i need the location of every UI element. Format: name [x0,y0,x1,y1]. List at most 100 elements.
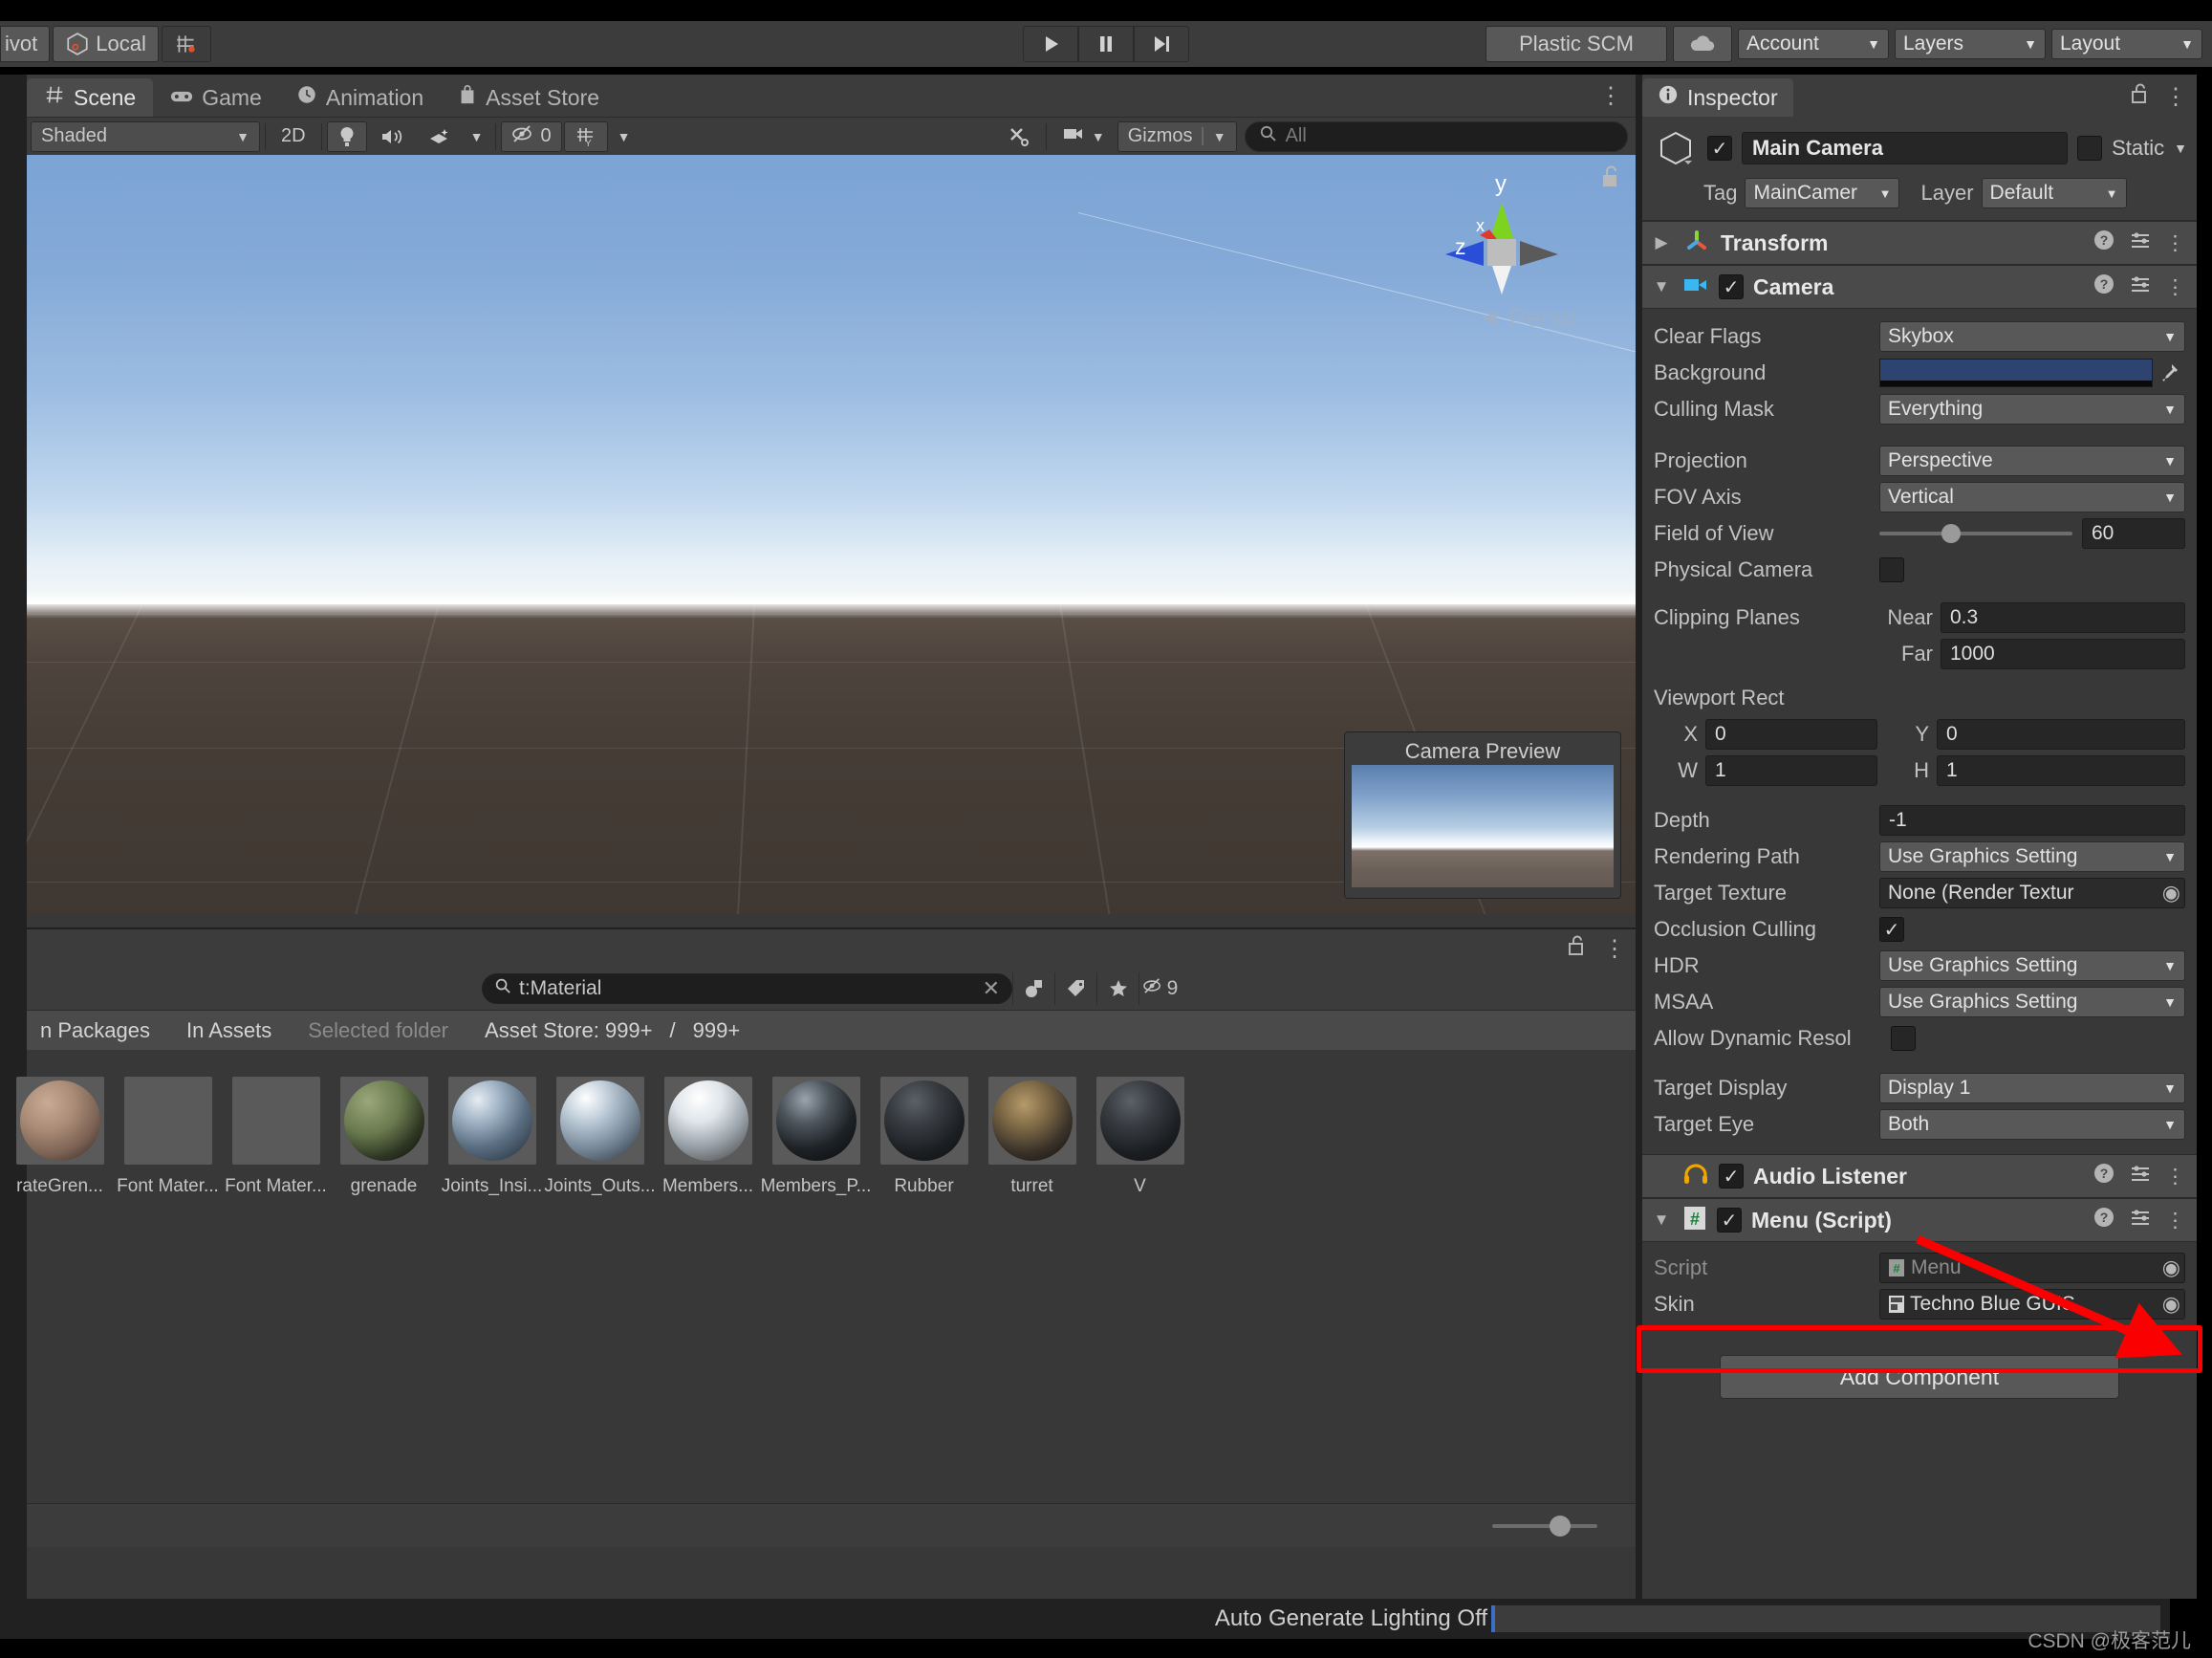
local-global-toggle-button[interactable]: Local [53,26,159,62]
camera-enabled-checkbox[interactable]: ✓ [1719,274,1744,299]
grid-snap-icon[interactable] [161,26,211,62]
projection-dropdown[interactable]: Perspective ▼ [1879,446,2185,476]
filter-favorites-button[interactable] [1096,972,1139,1005]
lightbulb-icon[interactable] [326,120,367,152]
clipping-near-input[interactable]: 0.3 [1941,602,2185,633]
object-picker-icon[interactable]: ◉ [2157,881,2180,905]
speaker-icon[interactable] [368,120,415,152]
breadcrumb-asset-store-group[interactable]: Asset Store: 999+ / 999+ [485,1018,740,1043]
asset-item[interactable]: Font Mater... [222,1069,330,1197]
layer-dropdown[interactable]: Default ▼ [1981,178,2127,208]
effects-dropdown[interactable]: ▼ [462,120,491,152]
gizmos-dropdown[interactable]: Gizmos | ▼ [1117,120,1237,152]
breadcrumb-selected-folder[interactable]: Selected folder [308,1018,448,1043]
preset-icon[interactable] [2129,1206,2152,1234]
filter-by-type-button[interactable] [1012,972,1054,1005]
lock-open-icon[interactable] [1599,164,1622,194]
layers-dropdown[interactable]: Layers ▼ [1895,29,2046,59]
occlusion-culling-checkbox[interactable]: ✓ [1879,917,1904,942]
layout-dropdown[interactable]: Layout ▼ [2051,29,2202,59]
skin-objectfield[interactable]: Techno Blue GUIS ◉ [1879,1289,2185,1320]
hdr-dropdown[interactable]: Use Graphics Setting ▼ [1879,950,2185,981]
preset-icon[interactable] [2129,229,2152,257]
scene-orientation-gizmo[interactable]: y z x [1420,171,1583,325]
draw-mode-dropdown[interactable]: Shaded ▼ [31,120,260,152]
plastic-scm-button[interactable]: Plastic SCM [1486,26,1667,62]
cloud-icon[interactable] [1673,26,1732,62]
help-icon[interactable]: ? [2093,273,2115,301]
asset-item[interactable]: Members_P... [761,1069,871,1197]
game-object-name-field[interactable]: Main Camera [1742,132,2069,164]
physical-camera-checkbox[interactable] [1879,557,1904,582]
breadcrumb-in-packages[interactable]: n Packages [40,1018,150,1043]
background-color-field[interactable] [1879,359,2153,387]
play-button[interactable] [1023,26,1078,62]
perspective-label[interactable]: ◄ Persp [1476,303,1576,333]
asset-item[interactable]: rateGren... [6,1069,114,1197]
field-of-view-input[interactable]: 60 [2082,518,2185,549]
cube-icon[interactable] [1654,126,1698,170]
asset-item[interactable]: grenade [330,1069,438,1197]
lock-open-icon[interactable] [1567,934,1588,964]
clear-flags-dropdown[interactable]: Skybox ▼ [1879,321,2185,352]
effects-icon[interactable] [416,120,461,152]
viewport-w-input[interactable]: 1 [1705,755,1877,786]
tab-inspector[interactable]: Inspector [1642,78,1793,117]
component-header-transform[interactable]: ▶ Transform ? ⋮ [1642,221,2197,265]
scene-search-input[interactable]: All [1244,120,1629,152]
hidden-objects-button[interactable]: 0 [501,120,562,152]
zoom-slider-knob[interactable] [1550,1515,1571,1537]
account-dropdown[interactable]: Account ▼ [1738,29,1889,59]
asset-item[interactable]: turret [978,1069,1086,1197]
hidden-assets-count[interactable]: 9 [1139,972,1181,1005]
preset-icon[interactable] [2129,273,2152,301]
toggle-2d-button[interactable]: 2D [271,120,316,152]
viewport-y-input[interactable]: 0 [1937,719,2185,750]
viewport-x-input[interactable]: 0 [1705,719,1877,750]
lock-open-icon[interactable] [2130,82,2151,112]
kebab-menu-icon[interactable]: ⋮ [1599,82,1622,110]
field-of-view-slider-knob[interactable] [1941,524,1961,543]
asset-item[interactable]: Rubber [870,1069,978,1197]
target-display-dropdown[interactable]: Display 1 ▼ [1879,1073,2185,1103]
filter-by-label-button[interactable] [1054,972,1096,1005]
scene-viewport[interactable]: y z x ◄ Persp Camera Preview [27,155,1636,914]
help-icon[interactable]: ? [2093,1206,2115,1234]
field-of-view-slider[interactable] [1879,524,2072,543]
grid-y-icon[interactable]: Y [563,120,608,152]
asset-item[interactable]: Joints_Insi... [438,1069,546,1197]
depth-input[interactable]: -1 [1879,805,2185,836]
msaa-dropdown[interactable]: Use Graphics Setting ▼ [1879,987,2185,1017]
culling-mask-dropdown[interactable]: Everything ▼ [1879,394,2185,425]
chevron-down-icon[interactable]: ▼ [2174,141,2187,156]
viewport-h-input[interactable]: 1 [1937,755,2185,786]
pivot-toggle-button[interactable]: ivot [0,26,51,62]
help-icon[interactable]: ? [2093,229,2115,257]
pause-button[interactable] [1078,26,1134,62]
target-texture-objectfield[interactable]: None (Render Textur ◉ [1879,878,2185,908]
kebab-menu-icon[interactable]: ⋮ [2164,83,2187,111]
foldout-arrow-collapsed-icon[interactable]: ▶ [1650,233,1673,252]
menu-script-enabled-checkbox[interactable]: ✓ [1717,1208,1742,1233]
foldout-arrow-expanded-icon[interactable]: ▼ [1650,277,1673,296]
foldout-arrow-expanded-icon[interactable]: ▼ [1650,1211,1673,1230]
add-component-button[interactable]: Add Component [1720,1355,2119,1399]
tab-scene[interactable]: Scene [27,78,154,117]
tab-asset-store[interactable]: Asset Store [441,78,617,117]
help-icon[interactable]: ? [2093,1162,2115,1190]
kebab-menu-icon[interactable]: ⋮ [2165,1165,2185,1189]
zoom-slider-track[interactable] [1492,1515,1597,1537]
tab-animation[interactable]: Animation [279,78,441,117]
asset-item[interactable]: Joints_Outs... [544,1069,656,1197]
clear-x-icon[interactable]: ✕ [983,976,1000,1001]
kebab-menu-icon[interactable]: ⋮ [2165,275,2185,299]
script-objectfield[interactable]: # Menu ◉ [1879,1253,2185,1283]
grid-dropdown[interactable]: ▼ [609,120,639,152]
breadcrumb-in-assets[interactable]: In Assets [186,1018,271,1043]
component-header-menu-script[interactable]: ▼ # ✓ Menu (Script) ? ⋮ [1642,1198,2197,1242]
tag-dropdown[interactable]: MainCamer ▼ [1745,178,1900,208]
game-object-enabled-checkbox[interactable]: ✓ [1707,136,1732,161]
eyedropper-icon[interactable] [2153,362,2185,383]
static-checkbox[interactable] [2077,136,2103,161]
object-picker-icon[interactable]: ◉ [2157,1255,2180,1280]
